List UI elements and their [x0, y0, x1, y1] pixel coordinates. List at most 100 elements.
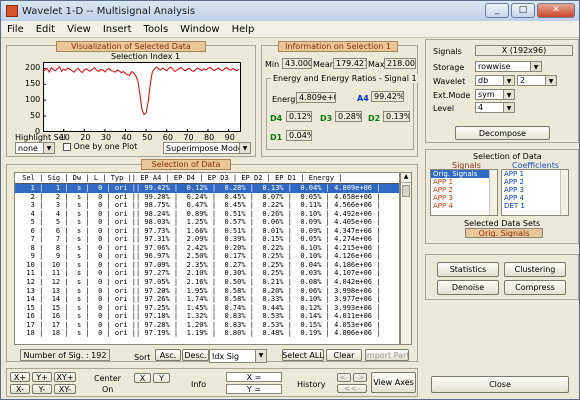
table-row[interactable]: 12 | 12 | s | 0 | ori || 97.05% | 2.16% …	[15, 278, 399, 287]
menu-insert[interactable]: Insert	[97, 24, 138, 35]
center-y-button[interactable]: Y	[153, 373, 170, 383]
coefficients-list[interactable]: APP 1 APP 2 APP 3 APP 4 DET 1	[501, 169, 569, 216]
mean-label: Mean	[313, 60, 335, 69]
energy-subpanel-title: Energy and Energy Ratios - Signal 1	[271, 74, 419, 83]
zoom-y-minus-button[interactable]: Y-	[32, 384, 52, 394]
main-window: Wavelet 1-D -- Multisignal Analysis _ □ …	[0, 0, 580, 400]
x-tick-label: 10	[59, 133, 70, 142]
list-item[interactable]: APP 1	[431, 178, 497, 186]
zoom-x-minus-button[interactable]: X-	[10, 384, 30, 394]
y-tick-label: 0	[35, 127, 41, 136]
zoom-xy-minus-button[interactable]: XY-	[54, 384, 76, 394]
signal-energy-table[interactable]: Sel | Sig | Dw | L | Typ || EP A4 | EP D…	[14, 172, 400, 345]
table-row[interactable]: 18 | 18 | s | 0 | ori || 97.19% | 1.19% …	[15, 329, 399, 338]
center-x-button[interactable]: X	[134, 373, 151, 383]
decompose-button[interactable]: Decompose	[455, 126, 550, 140]
menu-edit[interactable]: Edit	[30, 24, 61, 35]
list-item[interactable]: APP 4	[431, 202, 497, 210]
table-row[interactable]: 1 | 1 | s | 0 | ori || 99.42% | 0.12% | …	[15, 184, 399, 193]
center-value: On	[102, 385, 114, 394]
storage-dropdown[interactable]: rowwise ▼	[475, 61, 542, 72]
menu-tools[interactable]: Tools	[138, 24, 175, 35]
table-row[interactable]: 5 | 5 | s | 0 | ori || 98.03% | 1.25% | …	[15, 218, 399, 227]
storage-value: rowwise	[478, 62, 511, 71]
table-row[interactable]: 6 | 6 | s | 0 | ori || 97.73% | 1.66% | …	[15, 227, 399, 236]
wavelet-family-dropdown[interactable]: db ▼	[475, 75, 515, 86]
statistics-button[interactable]: Statistics	[437, 262, 499, 277]
one-by-one-option[interactable]: One by one Plot	[63, 142, 137, 151]
history-start-button[interactable]: <<-	[337, 384, 367, 393]
compress-button[interactable]: Compress	[504, 280, 566, 295]
table-row[interactable]: 4 | 4 | s | 0 | ori || 98.24% | 0.89% | …	[15, 210, 399, 219]
table-row[interactable]: 15 | 15 | s | 0 | ori || 97.25% | 1.45% …	[15, 304, 399, 313]
zoom-xy-plus-button[interactable]: XY+	[54, 372, 76, 382]
clustering-button[interactable]: Clustering	[504, 262, 566, 277]
list-item[interactable]: APP 1	[502, 170, 568, 178]
wavelet-family-value: db	[478, 76, 489, 85]
list-item[interactable]: APP 2	[502, 178, 568, 186]
table-row[interactable]: 2 | 2 | s | 0 | ori || 99.20% | 0.24% | …	[15, 193, 399, 202]
table-row[interactable]: 11 | 11 | s | 0 | ori || 97.27% | 2.10% …	[15, 269, 399, 278]
min-value: 43.000	[282, 58, 312, 69]
zoom-y-plus-button[interactable]: Y+	[32, 372, 52, 382]
plot-mode-dropdown[interactable]: Superimpose Mode ▼	[163, 142, 251, 154]
close-button[interactable]: Close	[431, 376, 569, 393]
x-tick-label: 40	[121, 133, 132, 142]
extmode-label: Ext.Mode	[433, 91, 471, 100]
list-item[interactable]: APP 2	[431, 186, 497, 194]
wavelet-label: Wavelet	[433, 77, 466, 86]
import-part-button[interactable]: Import Part	[365, 349, 409, 361]
table-row[interactable]: 7 | 7 | s | 0 | ori || 97.31% | 2.09% | …	[15, 235, 399, 244]
select-all-button[interactable]: Select ALL	[282, 349, 324, 361]
list-item[interactable]: Orig. Signals	[431, 170, 497, 178]
coefficients-list-scrollbar[interactable]	[560, 170, 568, 215]
list-item[interactable]: APP 4	[502, 194, 568, 202]
chevron-down-icon: ▼	[43, 143, 54, 153]
table-row[interactable]: 17 | 17 | s | 0 | ori || 97.28% | 1.20% …	[15, 321, 399, 330]
scroll-up-arrow-icon[interactable]: ▲	[401, 173, 411, 183]
table-row[interactable]: 14 | 14 | s | 0 | ori || 97.26% | 1.74% …	[15, 295, 399, 304]
history-forward-button[interactable]: ->	[353, 373, 367, 382]
table-row[interactable]: 16 | 16 | s | 0 | ori || 97.18% | 1.32% …	[15, 312, 399, 321]
list-item[interactable]: DET 1	[502, 202, 568, 210]
signals-list-scrollbar[interactable]	[489, 170, 497, 215]
denoise-button[interactable]: Denoise	[437, 280, 499, 295]
signals-list[interactable]: Orig. Signals APP 1 APP 2 APP 3 APP 4	[430, 169, 498, 216]
list-item[interactable]: APP 3	[502, 186, 568, 194]
table-row[interactable]: 10 | 10 | s | 0 | ori || 97.09% | 2.35% …	[15, 261, 399, 270]
menu-help[interactable]: Help	[226, 24, 261, 35]
one-by-one-checkbox[interactable]	[63, 142, 71, 151]
x-tick-label: 90	[224, 133, 235, 142]
y-tick-label: 150	[25, 79, 41, 89]
highlight-selection-dropdown[interactable]: none ▼	[15, 142, 55, 154]
zoom-x-plus-button[interactable]: X+	[10, 372, 30, 382]
y-tick-label: 50	[30, 111, 41, 121]
wavelet-order-value: 2	[520, 76, 526, 85]
menu-view[interactable]: View	[61, 24, 97, 35]
level-dropdown[interactable]: 4 ▼	[475, 102, 515, 113]
table-row[interactable]: 13 | 13 | s | 0 | ori || 97.20% | 1.95% …	[15, 287, 399, 296]
a4-label: A4	[357, 94, 369, 103]
sort-ascending-button[interactable]: Asc.	[155, 349, 181, 361]
maximize-button[interactable]: □	[511, 3, 535, 18]
wavelet-order-dropdown[interactable]: 2 ▼	[517, 75, 557, 86]
extmode-dropdown[interactable]: sym ▼	[475, 89, 515, 100]
table-row[interactable]: 9 | 9 | s | 0 | ori || 96.97% | 2.50% | …	[15, 252, 399, 261]
table-row[interactable]: 8 | 8 | s | 0 | ori || 97.06% | 2.42% | …	[15, 244, 399, 253]
chevron-down-icon: ▼	[545, 76, 556, 85]
list-item[interactable]: APP 3	[431, 194, 497, 202]
signal-chart[interactable]	[43, 62, 241, 132]
scroll-thumb[interactable]	[402, 185, 410, 197]
minimize-button[interactable]: _	[485, 3, 509, 18]
clear-button[interactable]: Clear	[326, 349, 362, 361]
sort-key-dropdown[interactable]: Idx Sig ▼	[209, 349, 267, 363]
history-back-button[interactable]: <-	[337, 373, 351, 382]
table-scrollbar[interactable]: ▲	[400, 172, 412, 345]
sort-descending-button[interactable]: Desc.	[182, 349, 209, 361]
min-label: Min	[265, 60, 280, 69]
close-window-button[interactable]: ✕	[537, 3, 575, 18]
view-axes-button[interactable]: View Axes	[371, 372, 416, 393]
table-row[interactable]: 3 | 3 | s | 0 | ori || 98.75% | 0.47% | …	[15, 201, 399, 210]
menu-window[interactable]: Window	[174, 24, 225, 35]
menu-file[interactable]: File	[1, 24, 30, 35]
